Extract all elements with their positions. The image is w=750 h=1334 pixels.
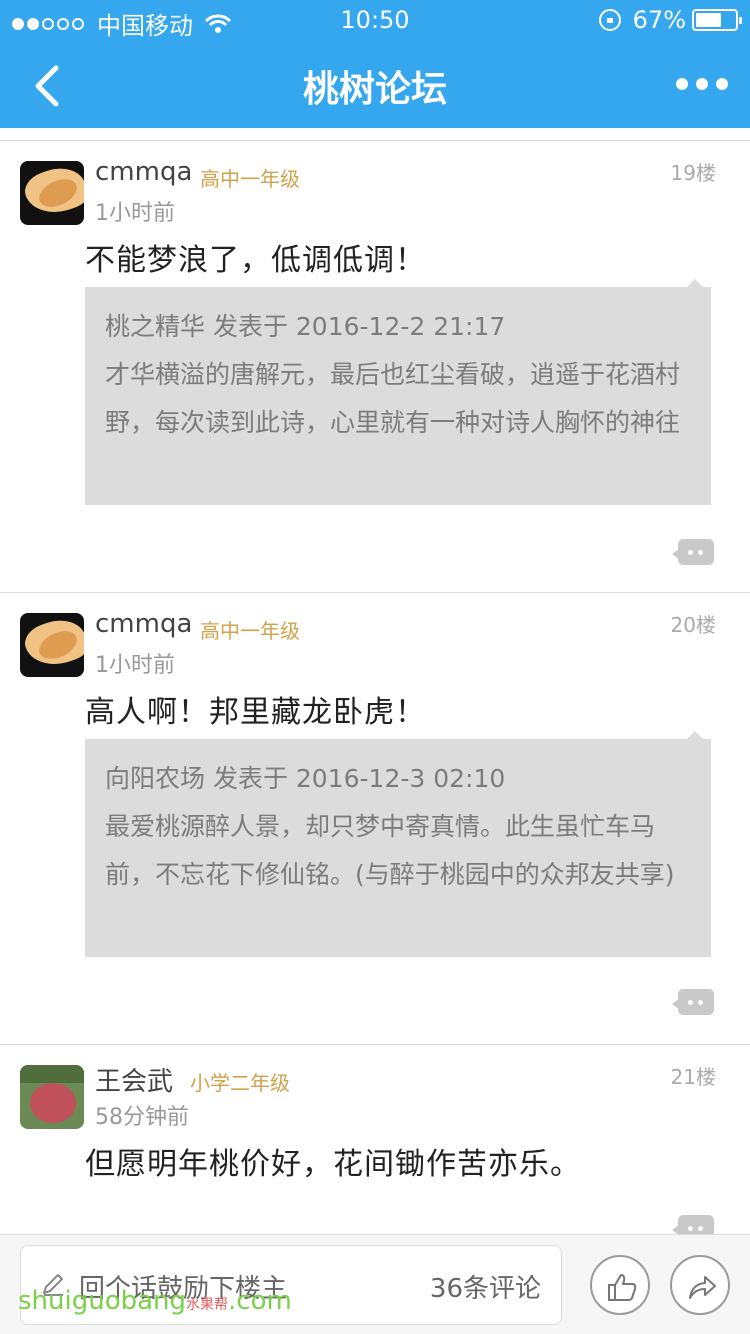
post-time: 1小时前 <box>95 201 175 226</box>
post-list: cmmqa 高中一年级 19楼 1小时前 不能梦浪了，低调低调！ 桃之精华 发表… <box>0 140 750 1241</box>
post-item: 王会武 小学二年级 21楼 58分钟前 但愿明年桃价好，花间锄作苦亦乐。 <box>0 1045 750 1241</box>
post-item: cmmqa 高中一年级 19楼 1小时前 不能梦浪了，低调低调！ 桃之精华 发表… <box>0 141 750 593</box>
bottom-action-bar: 回个话鼓励下楼主 36条评论 <box>0 1234 750 1334</box>
comment-count[interactable]: 36条评论 <box>430 1268 541 1305</box>
quote-body: 最爱桃源醉人景，却只梦中寄真情。此生虽忙车马前，不忘花下修仙铭。(与醉于桃园中的… <box>105 812 675 889</box>
watermark-logo: shuiguobang水果帮.com <box>18 1286 292 1316</box>
nav-bar: 桃树论坛 <box>0 40 750 128</box>
quoted-post: 向阳农场 发表于 2016-12-3 02:10 最爱桃源醉人景，却只梦中寄真情… <box>85 731 711 957</box>
reply-icon[interactable] <box>672 989 714 1015</box>
share-button[interactable] <box>670 1255 730 1315</box>
status-bar: 中国移动 10:50 67% <box>0 0 750 40</box>
user-grade-badge: 小学二年级 <box>190 1071 290 1095</box>
top-bar: 中国移动 10:50 67% 桃树论坛 <box>0 0 750 128</box>
floor-number: 21楼 <box>670 1065 716 1089</box>
user-avatar[interactable] <box>20 161 84 225</box>
username[interactable]: 王会武 <box>95 1061 173 1098</box>
post-text: 高人啊！邦里藏龙卧虎！ <box>85 695 426 730</box>
quote-header: 向阳农场 发表于 2016-12-3 02:10 <box>105 764 506 793</box>
username[interactable]: cmmqa <box>95 609 192 639</box>
like-button[interactable] <box>590 1255 650 1315</box>
user-grade-badge: 高中一年级 <box>200 167 300 191</box>
rotation-lock-icon <box>598 9 621 31</box>
post-item: cmmqa 高中一年级 20楼 1小时前 高人啊！邦里藏龙卧虎！ 向阳农场 发表… <box>0 593 750 1045</box>
quote-body: 才华横溢的唐解元，最后也红尘看破，逍遥于花酒村野，每次读到此诗，心里就有一种对诗… <box>105 360 681 437</box>
share-icon <box>689 1276 716 1299</box>
reply-icon[interactable] <box>672 539 714 565</box>
user-avatar[interactable] <box>20 613 84 677</box>
user-avatar[interactable] <box>20 1065 84 1129</box>
post-text: 不能梦浪了，低调低调！ <box>85 243 426 278</box>
post-time: 58分钟前 <box>95 1105 189 1130</box>
user-grade-badge: 高中一年级 <box>200 619 300 643</box>
status-right: 67% <box>598 6 742 34</box>
username[interactable]: cmmqa <box>95 157 192 187</box>
quoted-post: 桃之精华 发表于 2016-12-2 21:17 才华横溢的唐解元，最后也红尘看… <box>85 279 711 505</box>
battery-percent: 67% <box>632 6 686 34</box>
battery-icon <box>692 9 742 31</box>
post-time: 1小时前 <box>95 653 175 678</box>
thumbs-up-icon <box>608 1274 637 1301</box>
battery-fill <box>696 13 721 27</box>
quote-header: 桃之精华 发表于 2016-12-2 21:17 <box>105 312 506 341</box>
floor-number: 20楼 <box>670 613 716 637</box>
floor-number: 19楼 <box>670 161 716 185</box>
post-text: 但愿明年桃价好，花间锄作苦亦乐。 <box>85 1147 581 1182</box>
page-title: 桃树论坛 <box>302 69 447 110</box>
more-options-icon[interactable] <box>668 78 728 90</box>
